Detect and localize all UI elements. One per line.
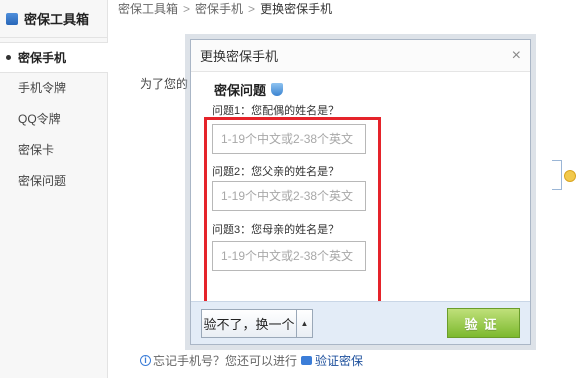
verify-security-link[interactable]: 验证密保: [301, 352, 363, 369]
dialog-title: 更换密保手机: [200, 49, 279, 64]
section-title: 密保问题: [214, 80, 284, 99]
switch-verification-label: 验不了，换一个: [203, 317, 295, 332]
sidebar-item-phone-token[interactable]: 手机令牌: [0, 73, 107, 104]
sidebar-item-security-question[interactable]: 密保问题: [0, 166, 107, 197]
question-3-label: 问题3：您母亲的姓名是？: [212, 224, 340, 236]
smiley-icon: [564, 170, 576, 182]
caret-up-icon[interactable]: ▲: [296, 310, 312, 337]
shield-icon: [271, 83, 284, 96]
sidebar-item-qq-token[interactable]: QQ令牌: [0, 104, 107, 135]
toolbox-logo-icon: [6, 12, 18, 25]
switch-verification-button[interactable]: 验不了，换一个 ▲: [201, 309, 313, 338]
sidebar-item-security-phone[interactable]: 密保手机: [0, 42, 108, 73]
change-phone-dialog: 更换密保手机 × 密保问题 问题1：您配偶的姓名是？ 问题2：您父亲的姓名是？ …: [190, 39, 531, 345]
verify-button[interactable]: 验证: [447, 308, 520, 338]
background-description: 为了您的: [140, 77, 189, 91]
question-2-answer-input[interactable]: [212, 181, 366, 211]
info-icon: i: [140, 355, 151, 366]
sidebar-item-security-card[interactable]: 密保卡: [0, 135, 107, 166]
bottom-hint: i 忘记手机号？您还可以进行 验证密保: [140, 352, 363, 369]
breadcrumb-current: 更换密保手机: [260, 2, 333, 16]
breadcrumb: 密保工具箱 > 密保手机 > 更换密保手机: [118, 0, 332, 20]
close-icon[interactable]: ×: [512, 47, 521, 64]
question-3-answer-input[interactable]: [212, 241, 366, 271]
question-2-label: 问题2：您父亲的姓名是？: [212, 166, 340, 178]
question-1-answer-input[interactable]: [212, 124, 366, 154]
breadcrumb-separator: >: [248, 2, 256, 16]
bottom-hint-text: 忘记手机号？您还可以进行: [153, 354, 298, 368]
background-input-edge: [552, 160, 562, 190]
breadcrumb-security-phone[interactable]: 密保手机: [195, 2, 243, 16]
breadcrumb-separator: >: [183, 2, 191, 16]
sidebar-title: 密保工具箱: [24, 12, 90, 27]
breadcrumb-toolbox[interactable]: 密保工具箱: [118, 2, 178, 16]
dialog-footer: 验不了，换一个 ▲ 验证: [191, 301, 530, 344]
question-1-label: 问题1：您配偶的姓名是？: [212, 105, 340, 117]
section-title-text: 密保问题: [214, 83, 267, 98]
chat-bubble-icon: [301, 356, 313, 365]
verify-security-link-label: 验证密保: [315, 354, 364, 368]
sidebar: 密保工具箱 密保手机 手机令牌 QQ令牌 密保卡 密保问题: [0, 0, 108, 378]
sidebar-nav: 密保手机 手机令牌 QQ令牌 密保卡 密保问题: [0, 42, 108, 197]
dialog-titlebar: 更换密保手机 ×: [191, 40, 530, 72]
sidebar-header: 密保工具箱: [0, 0, 107, 38]
